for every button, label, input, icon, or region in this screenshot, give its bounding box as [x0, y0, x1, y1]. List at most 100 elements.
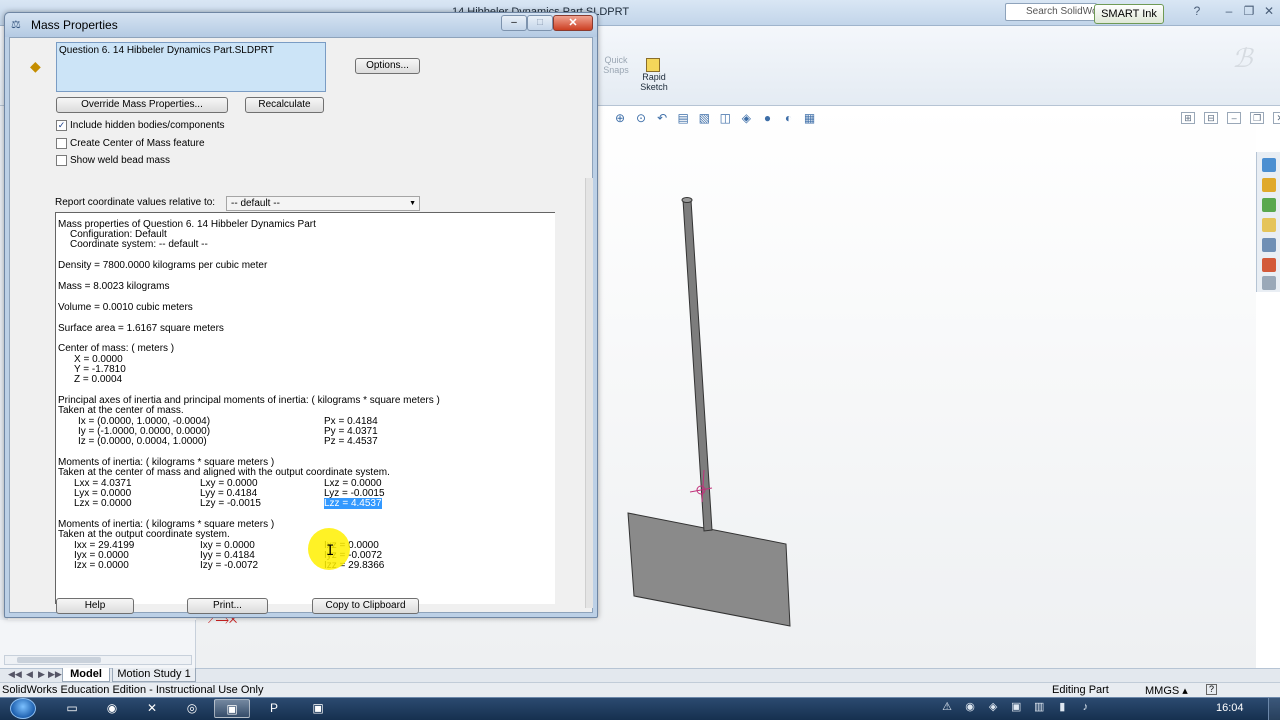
results-coord-system: Coordinate system: -- default --	[70, 239, 208, 250]
tab-next-icon[interactable]: ▶	[38, 669, 45, 680]
volume-icon[interactable]: ♪	[1078, 700, 1092, 714]
recorder-taskbar-icon[interactable]: ▣	[300, 699, 336, 718]
viewport-split-icon[interactable]: ⊞	[1181, 112, 1195, 124]
power-icon[interactable]: ▮	[1055, 700, 1069, 714]
viewport-close-icon[interactable]: ✕	[1273, 112, 1280, 124]
moi-output-subtitle: Taken at the output coordinate system.	[58, 529, 230, 540]
print-button[interactable]: Print...	[187, 598, 268, 614]
quick-snaps-button[interactable]: Quick Snaps	[602, 55, 630, 75]
tab-prev-icon[interactable]: ◀	[26, 669, 33, 680]
include-hidden-checkbox[interactable]: ✓	[56, 120, 67, 131]
panel-horizontal-scrollbar[interactable]	[4, 655, 192, 665]
copy-to-clipboard-button[interactable]: Copy to Clipboard	[312, 598, 419, 614]
panel-scroll-thumb[interactable]	[17, 657, 101, 663]
restore-icon[interactable]: ❐	[1242, 4, 1256, 18]
rapid-sketch-button[interactable]: Rapid Sketch	[636, 72, 672, 92]
status-bar: SolidWorks Education Edition - Instructi…	[0, 682, 1280, 697]
moi-lzz-selected: Lzz = 4.4537	[324, 498, 382, 509]
home-icon[interactable]	[1262, 178, 1276, 192]
dialog-maximize-button[interactable]: □	[527, 15, 553, 31]
warning-icon[interactable]: ⚠	[940, 700, 954, 714]
view-palette-icon[interactable]	[1262, 238, 1276, 252]
principal-pz: Pz = 4.4537	[324, 436, 378, 447]
coord-system-select[interactable]: -- default -- ▼	[226, 196, 420, 211]
display-style-icon[interactable]: ◫	[717, 110, 733, 126]
status-edition-text: SolidWorks Education Edition - Instructi…	[2, 684, 264, 696]
viewport-tile-icon[interactable]: ⊟	[1204, 112, 1219, 124]
status-editing-mode: Editing Part	[1052, 684, 1109, 696]
tray-app-icon[interactable]: ▣	[1009, 700, 1023, 714]
dialog-vertical-scrollbar[interactable]	[585, 178, 593, 608]
mass-properties-dialog: ⚖ Mass Properties – □ ✕ ◆ Question 6. 14…	[4, 12, 598, 618]
app-taskbar-icon[interactable]: ✕	[134, 699, 170, 718]
powerpoint-taskbar-icon[interactable]: P	[256, 699, 292, 718]
design-library-icon[interactable]	[1262, 198, 1276, 212]
hide-show-items-icon[interactable]: ◈	[738, 110, 754, 126]
task-pane-tabs	[1256, 152, 1280, 292]
part-model-view[interactable]	[600, 180, 820, 640]
section-view-icon[interactable]: ▤	[675, 110, 691, 126]
override-mass-properties-button[interactable]: Override Mass Properties...	[56, 97, 228, 113]
show-desktop-button[interactable]	[1268, 698, 1280, 720]
moi-lzy: Lzy = -0.0015	[200, 498, 261, 509]
apply-scene-icon[interactable]: ◐	[781, 110, 797, 126]
recalculate-button[interactable]: Recalculate	[245, 97, 324, 113]
options-button[interactable]: Options...	[355, 58, 420, 74]
chrome-taskbar-icon[interactable]: ◎	[174, 699, 210, 718]
dialog-titlebar[interactable]: ⚖ Mass Properties – □ ✕	[5, 13, 597, 37]
moi-izy: Izy = -0.0072	[200, 560, 259, 571]
view-orientation-icon[interactable]: ▧	[696, 110, 712, 126]
close-icon[interactable]: ✕	[1262, 4, 1276, 18]
viewport-restore-icon[interactable]: ❐	[1250, 112, 1265, 124]
surface-area-value: Surface area = 1.6167 square meters	[58, 323, 224, 334]
coord-system-label: Report coordinate values relative to:	[55, 197, 216, 208]
moi-izx: Izx = 0.0000	[74, 560, 129, 571]
previous-view-icon[interactable]: ↶	[654, 110, 670, 126]
system-tray: ⚠ ◉ ◈ ▣ ▥ ▮ ♪	[940, 700, 1098, 714]
chevron-down-icon: ▼	[409, 200, 416, 207]
help-button[interactable]: Help	[56, 598, 134, 614]
part-document-icon: ◆	[30, 58, 41, 74]
smart-ink-button[interactable]: SMART Ink	[1094, 4, 1164, 24]
zoom-to-area-icon[interactable]: ⊙	[633, 110, 649, 126]
zoom-to-fit-icon[interactable]: ⊕	[612, 110, 628, 126]
moi-lzx: Lzx = 0.0000	[74, 498, 132, 509]
start-button[interactable]	[10, 698, 36, 719]
units-selector[interactable]: MMGS ▴	[1145, 684, 1188, 697]
mass-properties-results[interactable]: Mass properties of Question 6. 14 Hibbel…	[55, 212, 555, 604]
text-cursor-icon: I	[326, 543, 335, 559]
tray-app-icon[interactable]: ◉	[963, 700, 977, 714]
tray-app-icon[interactable]: ◈	[986, 700, 1000, 714]
selected-items-list[interactable]: Question 6. 14 Hibbeler Dynamics Part.SL…	[56, 42, 326, 92]
show-weld-checkbox[interactable]	[56, 155, 67, 166]
minimize-icon[interactable]: –	[1222, 4, 1236, 18]
status-help-icon[interactable]: ?	[1206, 684, 1217, 695]
appearances-icon[interactable]	[1262, 258, 1276, 272]
rapid-sketch-icon[interactable]	[646, 58, 660, 72]
view-settings-icon[interactable]: ▦	[802, 110, 818, 126]
network-icon[interactable]: ▥	[1032, 700, 1046, 714]
tab-first-icon[interactable]: ◀◀	[8, 669, 22, 680]
media-taskbar-icon[interactable]: ◉	[94, 699, 130, 718]
search-input[interactable]: Search SolidWo	[1005, 3, 1097, 21]
custom-properties-icon[interactable]	[1262, 276, 1276, 290]
file-explorer-icon[interactable]	[1262, 218, 1276, 232]
viewport-minimize-icon[interactable]: –	[1227, 112, 1242, 124]
include-hidden-label: Include hidden bodies/components	[70, 120, 225, 131]
tab-motion-study[interactable]: Motion Study 1	[112, 668, 196, 682]
dialog-minimize-button[interactable]: –	[501, 15, 527, 31]
solidworks-taskbar-icon[interactable]: ▣	[214, 699, 250, 718]
com-z: Z = 0.0004	[74, 374, 123, 385]
explorer-taskbar-icon[interactable]: ▭	[54, 699, 90, 718]
edit-appearance-icon[interactable]: ●	[759, 110, 775, 126]
taskbar-clock[interactable]: 16:04	[1216, 702, 1244, 714]
dialog-close-button[interactable]: ✕	[553, 15, 593, 31]
heads-up-view-toolbar: ⊕ ⊙ ↶ ▤ ▧ ◫ ◈ ● ◐ ▦	[612, 110, 820, 128]
tab-last-icon[interactable]: ▶▶	[48, 669, 62, 680]
resources-icon[interactable]	[1262, 158, 1276, 172]
tab-model[interactable]: Model	[62, 668, 110, 682]
density-value: Density = 7800.0000 kilograms per cubic …	[58, 260, 268, 271]
principal-subtitle: Taken at the center of mass.	[58, 405, 184, 416]
create-com-checkbox[interactable]	[56, 138, 67, 149]
help-icon[interactable]: ?	[1190, 4, 1204, 18]
